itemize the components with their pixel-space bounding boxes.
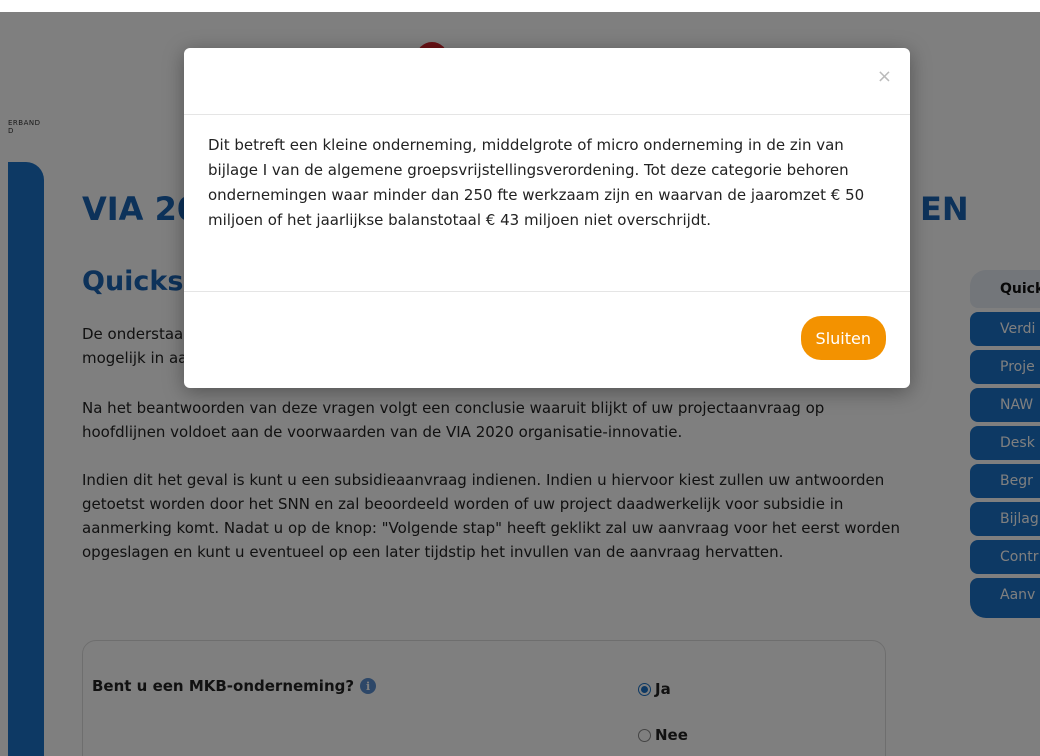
- close-icon[interactable]: ×: [877, 66, 892, 87]
- info-modal: × Dit betreft een kleine onderneming, mi…: [184, 48, 910, 388]
- close-button[interactable]: Sluiten: [800, 316, 886, 360]
- modal-header: ×: [184, 48, 910, 115]
- top-strip: [0, 0, 1040, 12]
- modal-body-text: Dit betreft een kleine onderneming, midd…: [184, 115, 910, 292]
- modal-footer: Sluiten: [184, 292, 910, 390]
